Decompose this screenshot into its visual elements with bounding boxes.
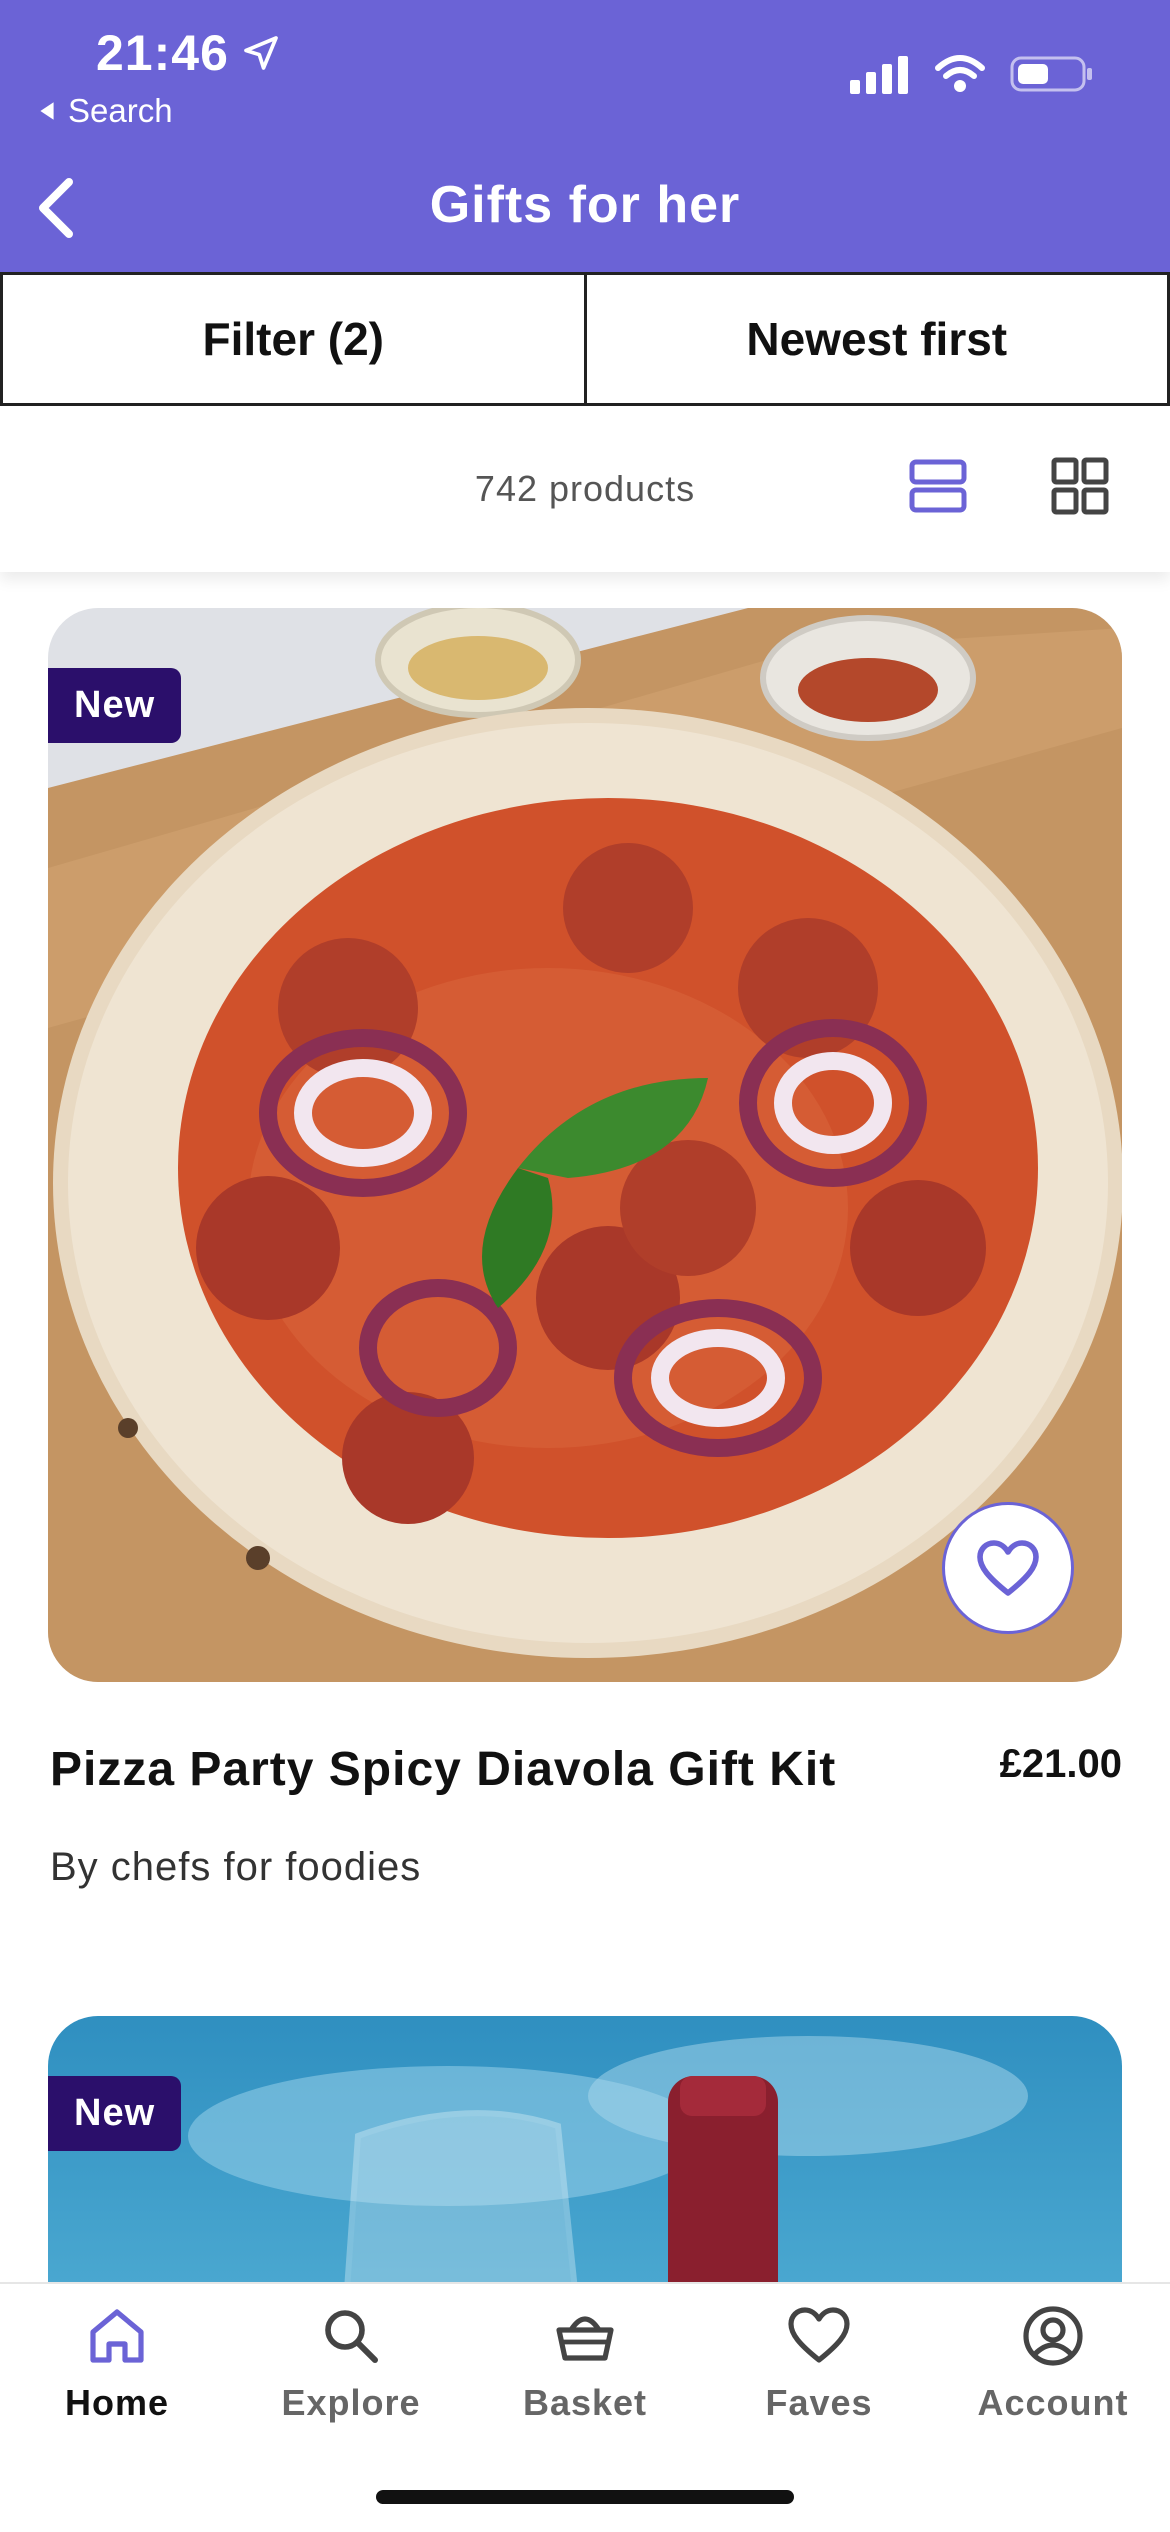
list-view-icon [909,459,967,513]
results-row: 742 products [0,406,1170,572]
heart-icon [788,2307,850,2363]
status-time: 21:46 [96,24,281,82]
favourite-button[interactable] [942,1502,1074,1634]
sort-button[interactable]: Newest first [586,272,1170,406]
tab-explore-label: Explore [281,2382,421,2423]
grid-view-toggle[interactable] [1050,456,1120,526]
tab-faves[interactable]: Faves [702,2304,936,2424]
tab-home-label: Home [64,2382,170,2423]
back-app-label: Search [68,92,173,129]
new-badge: New [48,668,182,743]
tab-explore[interactable]: Explore [234,2304,468,2424]
tab-basket[interactable]: Basket [468,2304,702,2424]
back-to-search[interactable]: Search [36,92,173,130]
location-arrow-icon [244,36,278,70]
cellular-signal-icon [850,56,908,94]
product-title[interactable]: Pizza Party Spicy Diavola Gift Kit [50,1742,836,1797]
tab-home[interactable]: Home [0,2304,234,2424]
battery-icon [1010,56,1092,92]
tab-account[interactable]: Account [936,2304,1170,2424]
filter-button[interactable]: Filter (2) [0,272,587,406]
app-header: 21:46 Search Gifts for her [0,0,1170,274]
home-icon [90,2309,144,2363]
account-icon [1023,2306,1083,2366]
tab-faves-label: Faves [765,2382,873,2423]
basket-icon [556,2316,614,2361]
product-brand: By chefs for foodies [50,1845,422,1889]
search-icon [325,2310,378,2363]
list-view-toggle[interactable] [908,456,978,526]
product-count: 742 products [474,468,696,509]
product-price: £21.00 [999,1742,1122,1786]
tab-basket-label: Basket [522,2382,648,2423]
product-image[interactable]: New [48,608,1122,1682]
page-title: Gifts for her [429,176,741,234]
new-badge-2: New [48,2076,182,2151]
small-back-triangle-icon [40,102,54,120]
tab-account-label: Account [977,2382,1129,2423]
heart-icon [977,1540,1039,1596]
filter-sort-bar: Filter (2) Newest first [0,272,1170,406]
home-indicator[interactable] [376,2490,794,2504]
status-time-text: 21:46 [96,25,229,81]
status-indicators [850,54,1094,94]
wifi-icon [935,55,985,92]
grid-view-icon [1051,457,1109,515]
